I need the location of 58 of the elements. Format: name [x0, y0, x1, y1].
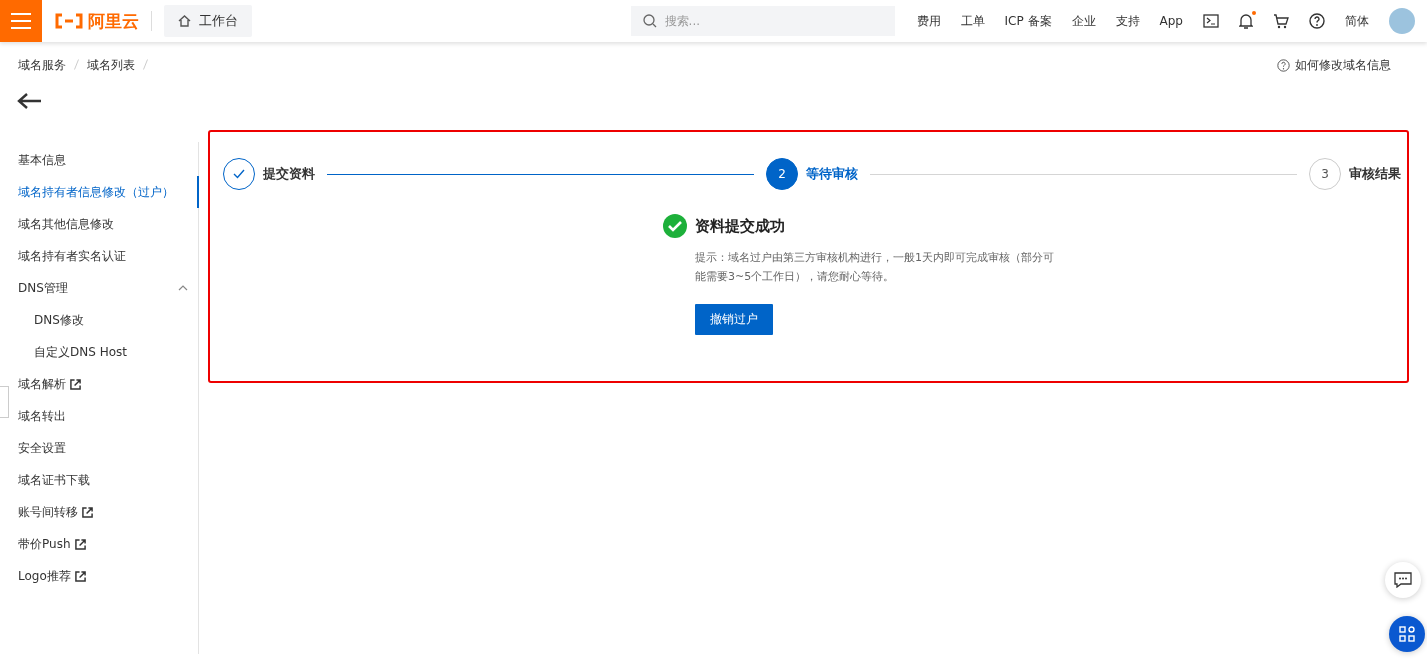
sidebar-item[interactable]: 账号间转移	[18, 496, 198, 528]
nav-link[interactable]: 支持	[1115, 12, 1140, 30]
grid-icon	[1399, 626, 1415, 642]
bell-icon[interactable]	[1239, 13, 1253, 29]
sidebar-item[interactable]: 域名持有者信息修改（过户）	[18, 176, 198, 208]
external-link-icon	[70, 378, 81, 390]
sidebar-item[interactable]: 域名其他信息修改	[18, 208, 198, 240]
logo-icon	[54, 13, 84, 29]
nav-link[interactable]: ICP 备案	[1004, 12, 1052, 30]
nav-link[interactable]: 工单	[960, 12, 985, 30]
sidebar-item[interactable]: 基本信息	[18, 144, 198, 176]
logo-text: 阿里云	[88, 9, 139, 33]
sidebar-item[interactable]: 安全设置	[18, 432, 198, 464]
breadcrumb-separator-icon	[74, 58, 79, 70]
step-label: 审核结果	[1349, 165, 1401, 183]
breadcrumb-link[interactable]: 域名服务	[18, 57, 66, 74]
external-link-icon	[74, 570, 86, 582]
terminal-icon[interactable]	[1203, 14, 1219, 28]
nav-link[interactable]: App	[1159, 14, 1183, 28]
breadcrumb-link[interactable]: 域名列表	[87, 57, 135, 74]
help-link[interactable]: 如何修改域名信息	[1277, 57, 1391, 74]
menu-icon	[11, 13, 31, 29]
sidebar-item[interactable]: 域名持有者实名认证	[18, 240, 198, 272]
hint-text: 提示：域名过户由第三方审核机构进行，一般1天内即可完成审核（部分可能需要3~5个工作日），请您耐心等待。	[695, 250, 1055, 285]
step-circle: 3	[1309, 158, 1341, 190]
cart-icon[interactable]	[1273, 13, 1289, 29]
search-icon	[642, 14, 657, 28]
help-icon	[1277, 59, 1290, 72]
result-title: 资料提交成功	[695, 216, 785, 236]
nav-link[interactable]: 费用	[916, 12, 941, 30]
external-link-icon	[74, 538, 86, 550]
back-arrow-icon[interactable]	[17, 92, 42, 110]
assistant-button[interactable]	[1389, 616, 1425, 652]
external-link-icon	[82, 506, 93, 518]
sidebar-item[interactable]: 带价Push	[18, 528, 198, 560]
check-icon	[233, 169, 245, 179]
sidebar-item[interactable]: 自定义DNS Host	[34, 336, 198, 368]
sidebar-item[interactable]: DNS修改	[34, 304, 198, 336]
nav-link[interactable]: 企业	[1071, 12, 1096, 30]
sidebar-item[interactable]: 域名解析	[18, 368, 198, 400]
workbench-button[interactable]: 工作台	[164, 5, 252, 37]
chat-icon	[1394, 572, 1412, 588]
step-label: 提交资料	[263, 165, 315, 183]
cancel-transfer-button[interactable]: 撤销过户	[695, 304, 773, 335]
step-circle: 2	[766, 158, 798, 190]
home-icon	[178, 15, 191, 27]
sidebar-item[interactable]: 域名证书下载	[18, 464, 198, 496]
chat-button[interactable]	[1385, 562, 1421, 598]
sidebar-item[interactable]: DNS管理	[18, 272, 198, 304]
help-icon[interactable]	[1309, 13, 1325, 29]
success-check-icon	[663, 214, 687, 238]
menu-button[interactable]	[0, 0, 42, 42]
sidebar-item[interactable]: Logo推荐	[18, 560, 198, 592]
sidebar-item[interactable]: 域名转出	[18, 400, 198, 432]
language-link[interactable]: 简体	[1345, 12, 1369, 30]
breadcrumb-separator-icon	[143, 58, 148, 70]
search-field[interactable]: 搜索...	[630, 6, 895, 36]
step-label: 等待审核	[806, 165, 858, 183]
